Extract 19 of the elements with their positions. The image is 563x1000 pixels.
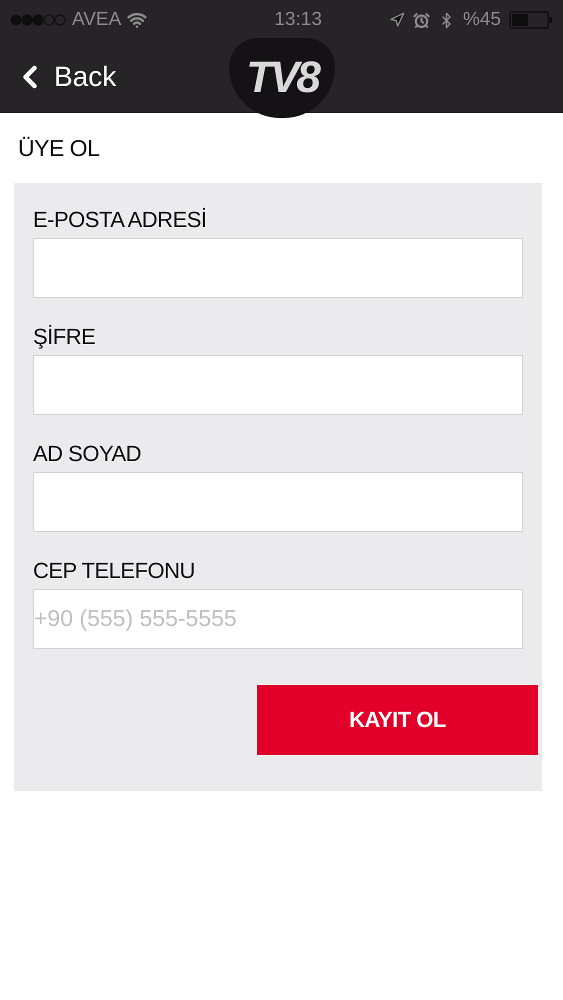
carrier-name: AVEA [72, 8, 122, 32]
input-field[interactable] [33, 238, 523, 298]
page-title: ÜYE OL [17, 134, 100, 163]
battery-percent: %45 [462, 8, 501, 32]
alarm-icon [412, 12, 430, 28]
back-button[interactable]: Back [12, 56, 116, 98]
input-field[interactable] [33, 354, 523, 414]
field-label: CEP TELEFONU [33, 556, 196, 584]
field-label: AD SOYAD [33, 440, 142, 468]
location-icon [388, 12, 405, 28]
register-button[interactable]: KAYIT OL [257, 684, 538, 754]
input-field[interactable]: +90 (555) 555-5555 [33, 588, 523, 648]
clock-time: 13:13 [274, 8, 322, 32]
field-label: E-POSTA ADRESİ [33, 206, 208, 234]
signal-icon [10, 14, 66, 26]
input-field[interactable] [33, 472, 523, 532]
wifi-icon [127, 10, 148, 30]
field-label: ŞİFRE [33, 322, 96, 351]
battery-icon [508, 11, 553, 29]
